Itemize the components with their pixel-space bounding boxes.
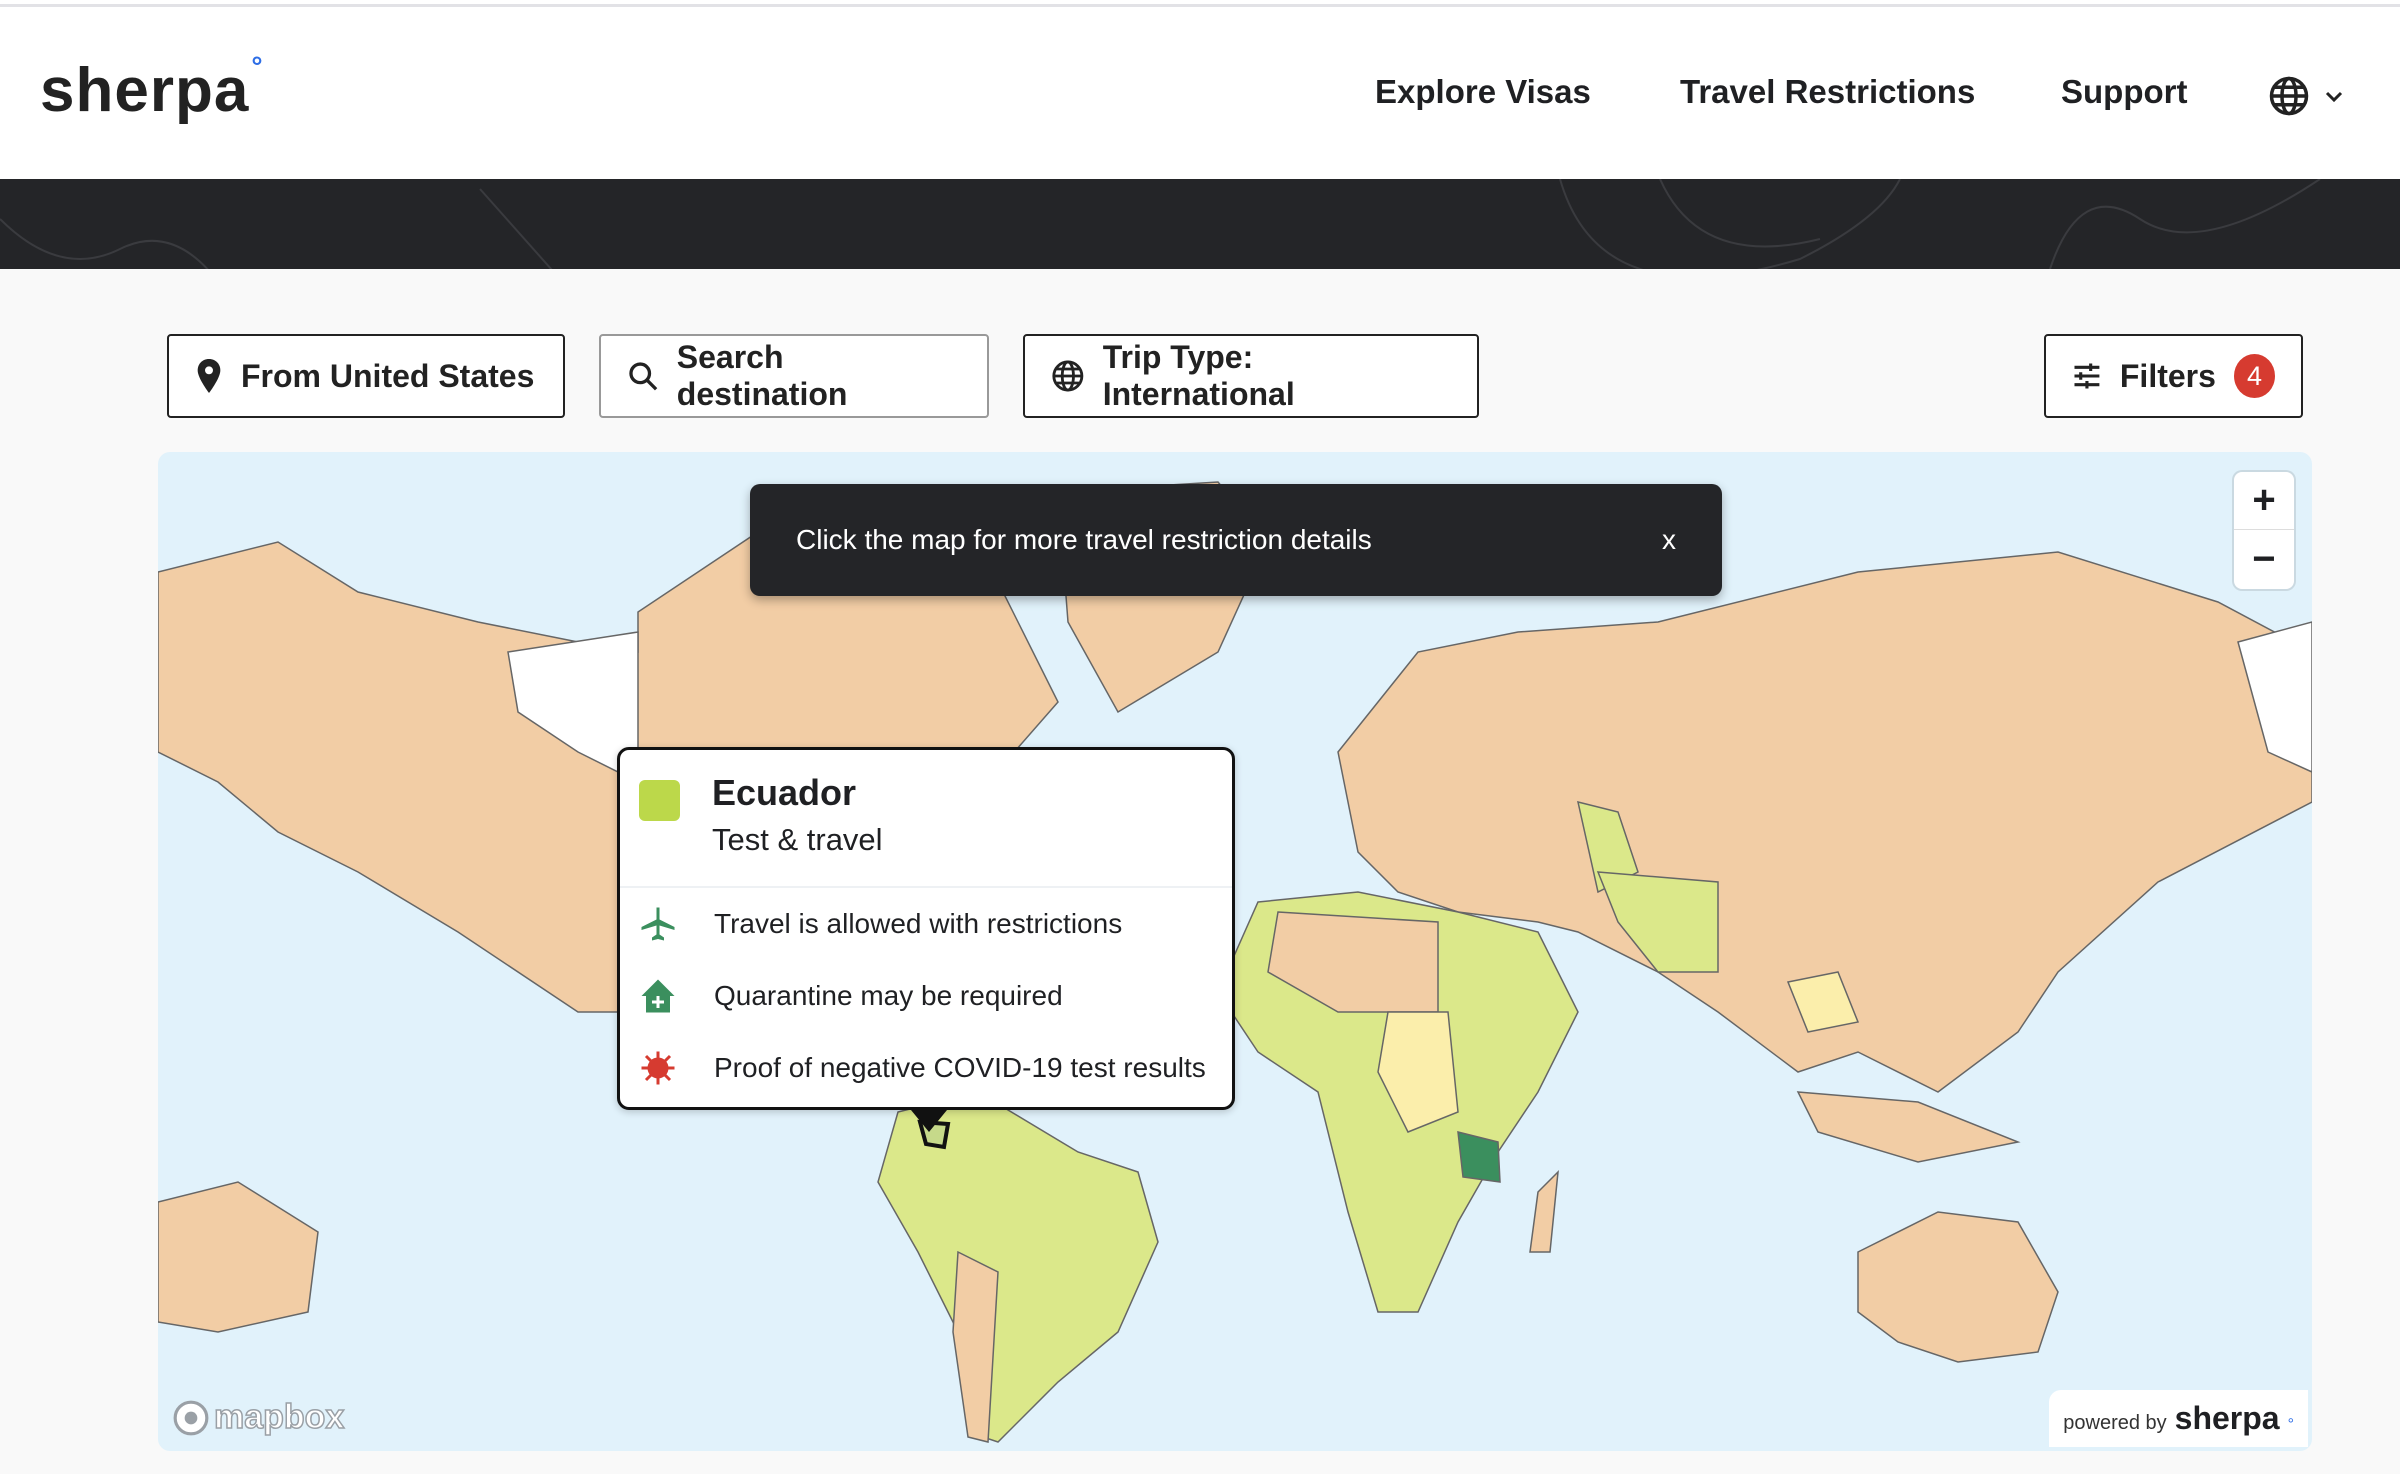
search-icon bbox=[629, 362, 658, 391]
region-australia[interactable] bbox=[1857, 1211, 2059, 1363]
mapbox-attribution[interactable]: mapbox bbox=[172, 1397, 345, 1437]
zoom-controls: + − bbox=[2234, 472, 2294, 589]
popup-row: Quarantine may be required bbox=[640, 978, 1063, 1014]
quarantine-house-icon bbox=[641, 979, 675, 1013]
nav-explore-visas[interactable]: Explore Visas bbox=[1375, 73, 1591, 111]
region-australia-west-wrap[interactable] bbox=[158, 1181, 319, 1333]
from-country-button[interactable]: From United States bbox=[167, 334, 565, 418]
sliders-icon bbox=[2074, 363, 2100, 389]
zoom-in-button[interactable]: + bbox=[2234, 472, 2294, 530]
divider bbox=[620, 886, 1232, 888]
virus-icon bbox=[641, 1051, 675, 1085]
nav-support[interactable]: Support bbox=[2061, 73, 2187, 111]
world-map[interactable]: mapbox powered by sherpa ° bbox=[158, 452, 2312, 1451]
search-destination-input[interactable]: Search destination bbox=[599, 334, 989, 418]
chevron-down-icon bbox=[2325, 91, 2343, 103]
map-hint-toast: Click the map for more travel restrictio… bbox=[750, 484, 1722, 596]
popup-country-name: Ecuador bbox=[712, 772, 857, 813]
globe-icon bbox=[2269, 76, 2309, 116]
popup-row: Proof of negative COVID-19 test results bbox=[640, 1050, 1206, 1086]
location-pin-icon bbox=[197, 359, 221, 393]
status-color-swatch bbox=[639, 780, 680, 821]
popup-row: Travel is allowed with restrictions bbox=[640, 906, 1122, 942]
popup-status: Test & travel bbox=[712, 822, 883, 857]
language-selector[interactable] bbox=[2268, 75, 2346, 117]
filters-count-badge: 4 bbox=[2233, 354, 2275, 398]
airplane-icon bbox=[641, 907, 675, 941]
trip-type-button[interactable]: Trip Type: International bbox=[1023, 334, 1479, 418]
site-header: sherpa° Explore Visas Travel Restriction… bbox=[0, 7, 2400, 179]
hero-band bbox=[0, 179, 2400, 269]
region-indonesia[interactable] bbox=[1796, 1091, 2021, 1163]
mapbox-logo-icon bbox=[173, 1400, 209, 1435]
sherpa-logo[interactable]: sherpa° bbox=[40, 51, 264, 126]
region-south-america[interactable] bbox=[877, 1091, 1159, 1443]
filters-button[interactable]: Filters 4 bbox=[2044, 334, 2303, 418]
country-popup: Ecuador Test & travel Travel is allowed … bbox=[617, 747, 1235, 1132]
nav-travel-restrictions[interactable]: Travel Restrictions bbox=[1680, 73, 1975, 111]
powered-by-sherpa[interactable]: powered by sherpa ° bbox=[2049, 1390, 2308, 1447]
top-border bbox=[0, 0, 2400, 7]
zoom-out-button[interactable]: − bbox=[2234, 530, 2294, 588]
popup-pointer bbox=[911, 1110, 947, 1132]
region-madagascar[interactable] bbox=[1529, 1169, 1559, 1253]
close-toast-button[interactable]: x bbox=[1662, 524, 1676, 556]
globe-icon bbox=[1052, 360, 1084, 392]
